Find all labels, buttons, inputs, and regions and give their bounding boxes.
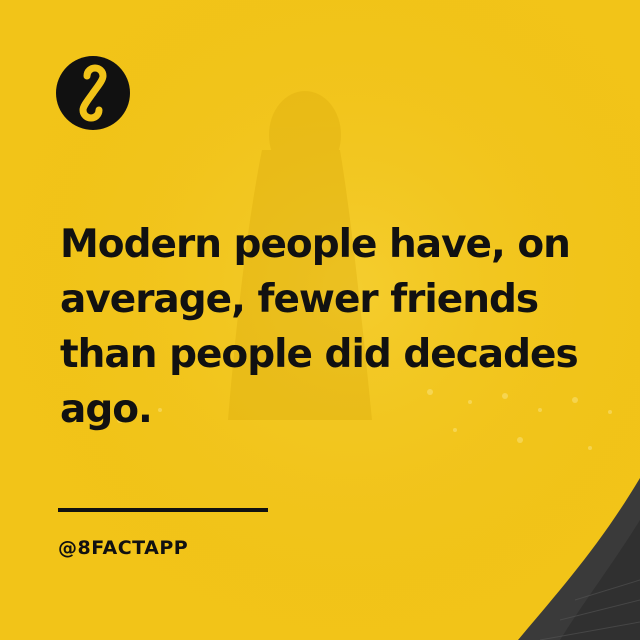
app-logo [56, 56, 130, 130]
account-handle: @8FACTAPP [58, 537, 189, 559]
infinity-eight-icon [79, 64, 107, 122]
fact-text: Modern people have, on average, fewer fr… [60, 222, 579, 432]
fact-card: Modern people have, on average, fewer fr… [0, 0, 640, 640]
divider-line [58, 508, 268, 512]
